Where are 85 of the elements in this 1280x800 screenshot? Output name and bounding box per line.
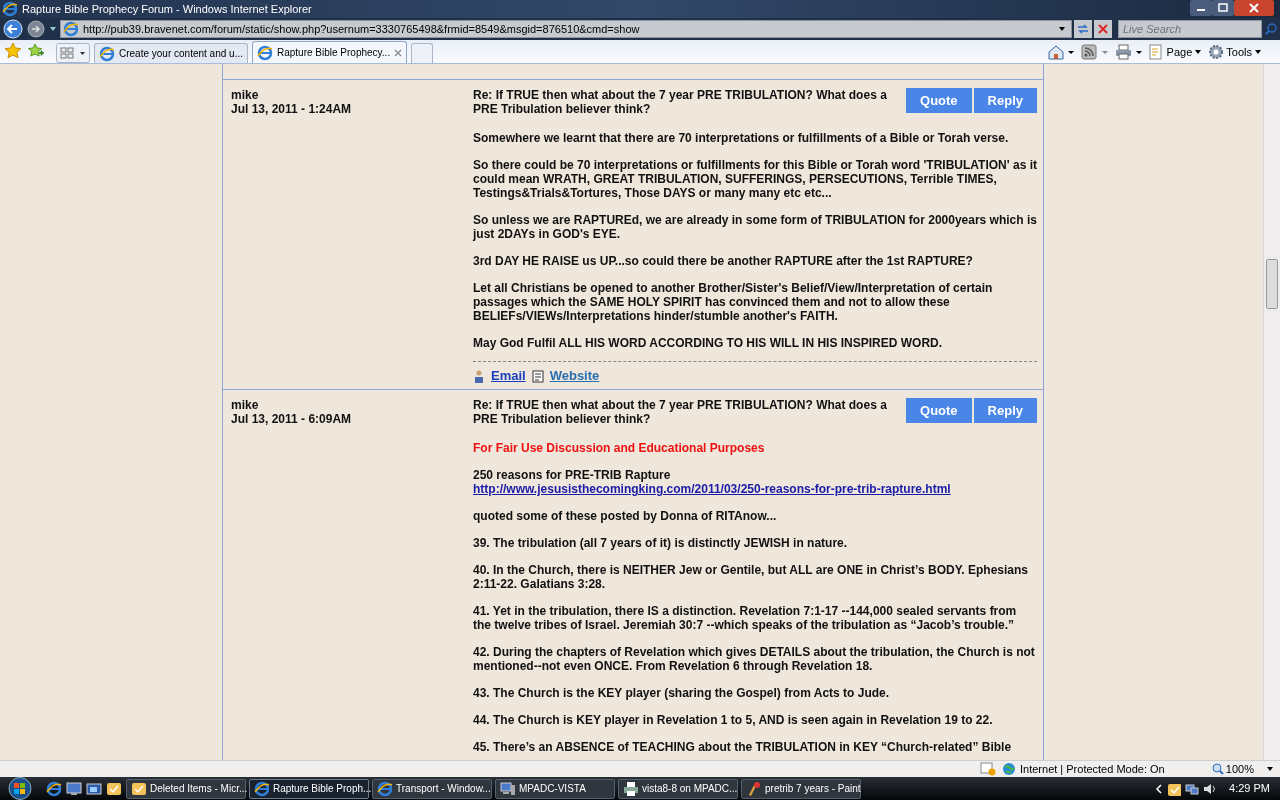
browser-icon bbox=[254, 780, 270, 797]
close-icon[interactable] bbox=[394, 48, 403, 57]
page-icon bbox=[1148, 44, 1165, 60]
post-paragraph: May God Fulfil ALL HIS WORD ACCORDING TO HIS WILL IN HIS INSPIRED WORD. bbox=[473, 336, 944, 350]
feed-icon[interactable] bbox=[1080, 44, 1109, 60]
quote-button[interactable]: Quote bbox=[906, 88, 972, 113]
zoom-icon bbox=[1211, 763, 1224, 775]
menu-button[interactable]: Page bbox=[1148, 43, 1203, 61]
reply-button[interactable]: Reply bbox=[973, 88, 1037, 113]
add-favorite-icon[interactable] bbox=[26, 42, 44, 60]
post-paragraph: 3rd DAY HE RAISE us UP...so could there be another RAPTURE after the 1st RAPTURE? bbox=[473, 254, 974, 268]
close-icon[interactable] bbox=[1234, 0, 1274, 16]
address-field[interactable]: http://pub39.bravenet.com/forum/static/show.php?usernum=3330765498&frmid=8549&msgid=876510&cmd=show bbox=[60, 20, 1072, 38]
computer-icon bbox=[500, 780, 516, 797]
post-paragraph: Let all Christians be opened to another Brother/Sister's Belief/View/Interpretation of certain passages which the SAME HOLY SPIRIT has convinced them and not to allow these BELIEFs/VIEWs/Interpretations hinder/stumble another's FAITH. bbox=[473, 281, 994, 323]
post-paragraph: So unless we are RAPTUREd, we are already in some form of TRIBULATION for 2000years which is just 2DAYs in GOD's EYE. bbox=[473, 213, 1037, 241]
search-field[interactable]: Live Search bbox=[1118, 20, 1262, 38]
globe-icon bbox=[1002, 762, 1016, 776]
post-paragraph: 41. Yet in the tribulation, there IS a distinction. Revelation 7:1-17 --144,000 sealed servants from the twelve tribes of Israel. Jeremiah 30:7 --which speaks of the tribulation as “Jacob’s trouble.” bbox=[473, 604, 1018, 632]
scrollbar-thumb[interactable] bbox=[1266, 259, 1278, 309]
restore-icon[interactable] bbox=[1212, 0, 1234, 16]
taskbar-button[interactable]: Transport - Window... bbox=[372, 778, 492, 799]
url-link[interactable]: http://www.jesusisthecomingking.com/2011/03/250-reasons-for-pre-trib-rapture.html bbox=[473, 482, 1037, 496]
quote-button[interactable]: Quote bbox=[906, 398, 972, 423]
star-icon[interactable] bbox=[4, 42, 22, 60]
post-paragraph: 40. In the Church, there is NEITHER Jew or Gentile, but ALL are ONE in Christ’s BODY. Ephesians 2:11-22. Galatians 3:28. bbox=[473, 563, 1029, 591]
monitor-icon[interactable] bbox=[66, 780, 82, 797]
post-paragraph: quoted some of these posted by Donna of RITAnow... bbox=[473, 509, 778, 523]
printer-icon bbox=[623, 780, 639, 797]
security-zone-text: Internet | Protected Mode: On bbox=[1020, 761, 1165, 777]
caret-icon bbox=[1254, 48, 1262, 56]
page-icon bbox=[531, 369, 544, 383]
stop-icon[interactable] bbox=[1094, 20, 1112, 38]
taskbar-button[interactable]: pretrib 7 years - Paint bbox=[741, 778, 861, 799]
back-icon[interactable] bbox=[2, 19, 24, 39]
caret-icon bbox=[1194, 48, 1203, 56]
notice-text: For Fair Use Discussion and Educational Purposes bbox=[473, 441, 766, 455]
network-icon[interactable] bbox=[1185, 781, 1200, 796]
taskbar-button[interactable]: Rapture Bible Proph... bbox=[249, 778, 369, 799]
post-paragraph: 42. During the chapters of Revelation which gives DETAILS about the tribulation, the Church is not mentioned--not even ONCE. From Revelation 6 through Revelation 18. bbox=[473, 645, 1036, 673]
forward-icon[interactable] bbox=[26, 19, 46, 39]
clock: 4:29 PM bbox=[1229, 781, 1270, 797]
browser-tab[interactable]: Rapture Bible Prophecy... bbox=[251, 41, 408, 63]
browser-icon bbox=[2, 1, 18, 17]
warning-icon bbox=[980, 762, 996, 776]
post-paragraph: 44. The Church is KEY player in Revelation 1 to 5, AND is seen again in Revelation 19 to 22. bbox=[473, 713, 994, 727]
speaker-icon[interactable] bbox=[1203, 781, 1218, 796]
reply-button[interactable]: Reply bbox=[973, 398, 1037, 423]
taskbar-button[interactable]: Deleted Items - Micr... bbox=[126, 778, 246, 799]
scrollbar[interactable] bbox=[1263, 64, 1280, 760]
printer-icon[interactable] bbox=[1114, 44, 1143, 60]
post-paragraph: 45. There’s an ABSENCE of TEACHING about the TRIBULATION in KEY “Church-related” Bible bbox=[473, 740, 1013, 754]
post-date: Jul 13, 2011 - 6:09AM bbox=[231, 412, 353, 426]
window-title: Rapture Bible Prophecy Forum - Windows Internet Explorer bbox=[22, 1, 312, 17]
settings-icon bbox=[1208, 44, 1225, 60]
post-subject: Re: If TRUE then what about the 7 year PRE TRIBULATION? What does a PRE Tribulation believer think? bbox=[473, 88, 888, 116]
author-name: mike bbox=[231, 88, 260, 102]
taskbar-button[interactable]: MPADC-VISTA bbox=[495, 778, 615, 799]
caret-icon bbox=[1266, 765, 1274, 773]
window-switch-icon[interactable] bbox=[86, 780, 102, 797]
taskbar-button[interactable]: vista8-8 on MPADC... bbox=[618, 778, 738, 799]
website-link[interactable]: Website bbox=[549, 369, 600, 383]
person-icon bbox=[473, 369, 485, 383]
post-paragraph: 250 reasons for PRE-TRIB Rapture bbox=[473, 468, 672, 482]
browser-icon bbox=[63, 21, 79, 37]
search-icon[interactable] bbox=[1264, 22, 1278, 36]
post-paragraph: So there could be 70 interpretations or fulfillments for this Bible or Torah word 'TRIBULATION' as it could mean WRATH, GREAT TRIBULATION, SUFFERINGS, PERSECUTIONS, Terrible TIMES, Testings&Trials&Tortures, Those DAYS or many many etc etc... bbox=[473, 158, 1037, 200]
browser-tab[interactable]: Create your content and u... bbox=[94, 43, 248, 63]
home-icon[interactable] bbox=[1046, 44, 1075, 60]
post-date: Jul 13, 2011 - 1:24AM bbox=[231, 102, 353, 116]
browser-icon bbox=[377, 780, 393, 797]
menu-button[interactable]: Tools bbox=[1208, 43, 1262, 61]
browser-icon bbox=[256, 44, 273, 61]
browser-icon bbox=[99, 45, 115, 62]
email-link[interactable]: Email bbox=[491, 369, 526, 383]
post-paragraph: Somewhere we learnt that there are 70 interpretations or fulfillments of a Bible or Torah verse. bbox=[473, 131, 1010, 145]
browser-icon[interactable] bbox=[46, 780, 62, 797]
post-paragraph: 39. The tribulation (all 7 years of it) is distinctly JEWISH in nature. bbox=[473, 536, 849, 550]
author-name: mike bbox=[231, 398, 260, 412]
chevron-icon[interactable] bbox=[1155, 783, 1164, 794]
zoom-button[interactable]: 100% bbox=[1211, 760, 1274, 778]
post-subject: Re: If TRUE then what about the 7 year PRE TRIBULATION? What does a PRE Tribulation believer think? bbox=[473, 398, 888, 426]
brush-icon bbox=[746, 780, 762, 797]
minimize-icon[interactable] bbox=[1190, 0, 1212, 16]
post-paragraph: 43. The Church is the KEY player (sharing the Gospel) from Acts to Jude. bbox=[473, 686, 891, 700]
